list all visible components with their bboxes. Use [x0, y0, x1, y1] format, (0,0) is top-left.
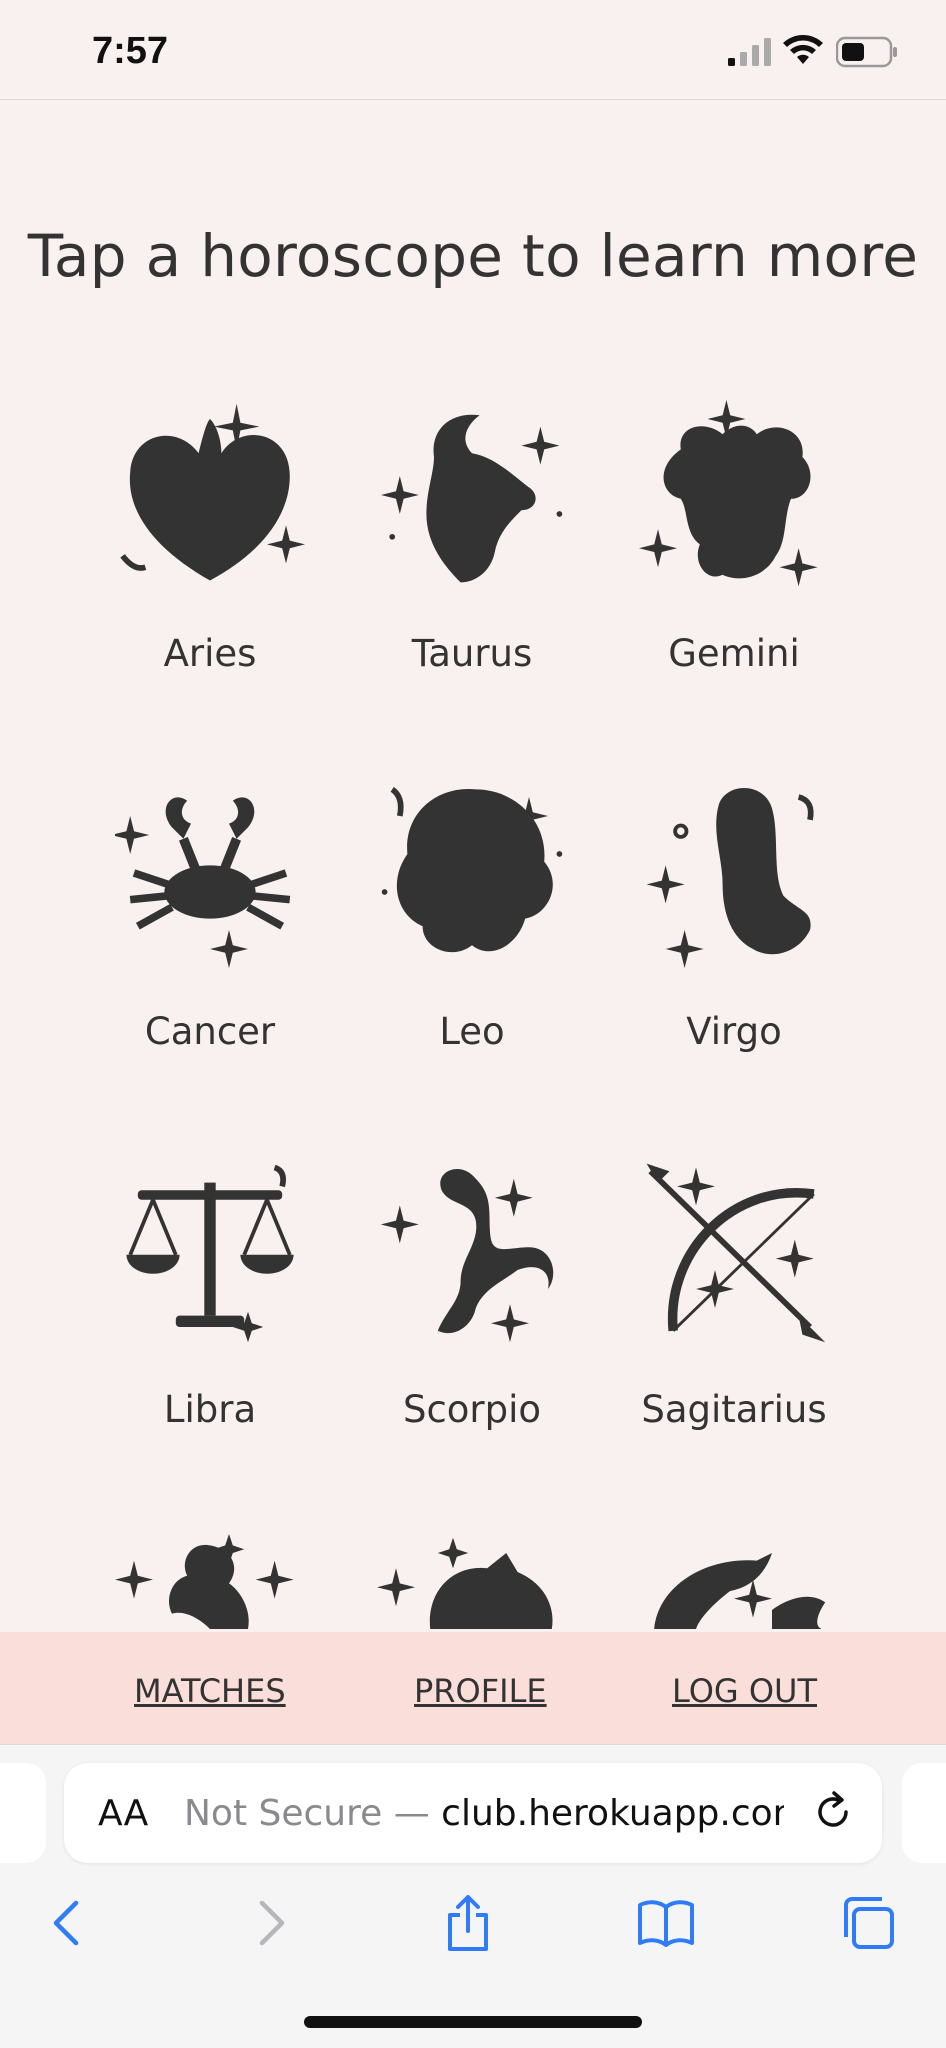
sagittarius-icon — [646, 1163, 826, 1343]
home-indicator — [304, 2016, 642, 2028]
aquarius-icon — [377, 1537, 553, 1629]
sign-label: Gemini — [668, 632, 800, 675]
battery-icon — [836, 36, 897, 68]
sign-label: Taurus — [411, 632, 533, 675]
logout-link[interactable]: LOG OUT — [672, 1672, 817, 1710]
wifi-icon — [783, 35, 823, 64]
sign-aquarius[interactable] — [341, 1534, 603, 1632]
sign-pisces[interactable] — [603, 1534, 865, 1632]
page-heading: Tap a horoscope to learn more — [27, 222, 919, 290]
status-time: 7:57 — [92, 30, 169, 72]
libra-icon — [126, 1164, 294, 1343]
address-bar[interactable]: AA Not Secure — club.herokuapp.com — [64, 1763, 882, 1863]
sign-label: Leo — [439, 1010, 505, 1053]
sign-scorpio[interactable]: Scorpio — [341, 1156, 603, 1431]
taurus-icon — [380, 414, 563, 583]
sign-aries[interactable]: Aries — [79, 400, 341, 675]
next-tab-preview[interactable] — [902, 1763, 946, 1863]
sign-label: Cancer — [144, 1010, 276, 1053]
sign-label: Libra — [163, 1388, 257, 1431]
status-bar: 7:57 — [0, 0, 946, 100]
pisces-icon — [654, 1553, 826, 1629]
sign-label: Aries — [163, 632, 257, 675]
capricorn-icon — [115, 1534, 294, 1629]
leo-icon — [381, 787, 563, 953]
matches-link[interactable]: MATCHES — [134, 1672, 286, 1710]
sign-sagittarius[interactable]: Sagitarius — [603, 1156, 865, 1431]
sign-cancer[interactable]: Cancer — [79, 778, 341, 1053]
security-warning: Not Secure — — [184, 1793, 442, 1834]
sign-label: Scorpio — [402, 1388, 542, 1431]
cellular-signal-icon — [728, 38, 771, 66]
aries-icon — [120, 403, 305, 581]
sign-libra[interactable]: Libra — [79, 1156, 341, 1431]
cancer-icon — [115, 797, 291, 968]
tabs-icon[interactable] — [838, 1893, 898, 1953]
gemini-icon — [639, 400, 818, 587]
bookmarks-icon[interactable] — [636, 1893, 696, 1953]
url-text[interactable]: Not Secure — club.herokuapp.com — [184, 1793, 784, 1834]
share-icon[interactable] — [438, 1893, 498, 1953]
horoscope-page: Tap a horoscope to learn more Aries Taur… — [0, 100, 946, 1632]
forward-icon[interactable] — [240, 1893, 300, 1953]
browser-toolbar: AA Not Secure — club.herokuapp.com — [0, 1744, 946, 2048]
sign-virgo[interactable]: Virgo — [603, 778, 865, 1053]
sign-label: Sagitarius — [641, 1388, 827, 1431]
sign-label: Virgo — [686, 1010, 782, 1053]
scorpio-icon — [380, 1169, 554, 1343]
back-icon[interactable] — [38, 1893, 98, 1953]
sign-leo[interactable]: Leo — [341, 778, 603, 1053]
reload-icon[interactable] — [810, 1789, 856, 1835]
reader-settings-button[interactable]: AA — [98, 1793, 148, 1834]
previous-tab-preview[interactable] — [0, 1763, 46, 1863]
sign-taurus[interactable]: Taurus — [341, 400, 603, 675]
profile-link[interactable]: PROFILE — [414, 1672, 547, 1710]
sign-gemini[interactable]: Gemini — [603, 400, 865, 675]
sign-capricorn[interactable] — [79, 1534, 341, 1632]
virgo-icon — [646, 787, 814, 968]
url-domain: club.herokuapp.com — [441, 1793, 784, 1834]
bottom-navigation: MATCHES PROFILE LOG OUT — [0, 1632, 946, 1744]
